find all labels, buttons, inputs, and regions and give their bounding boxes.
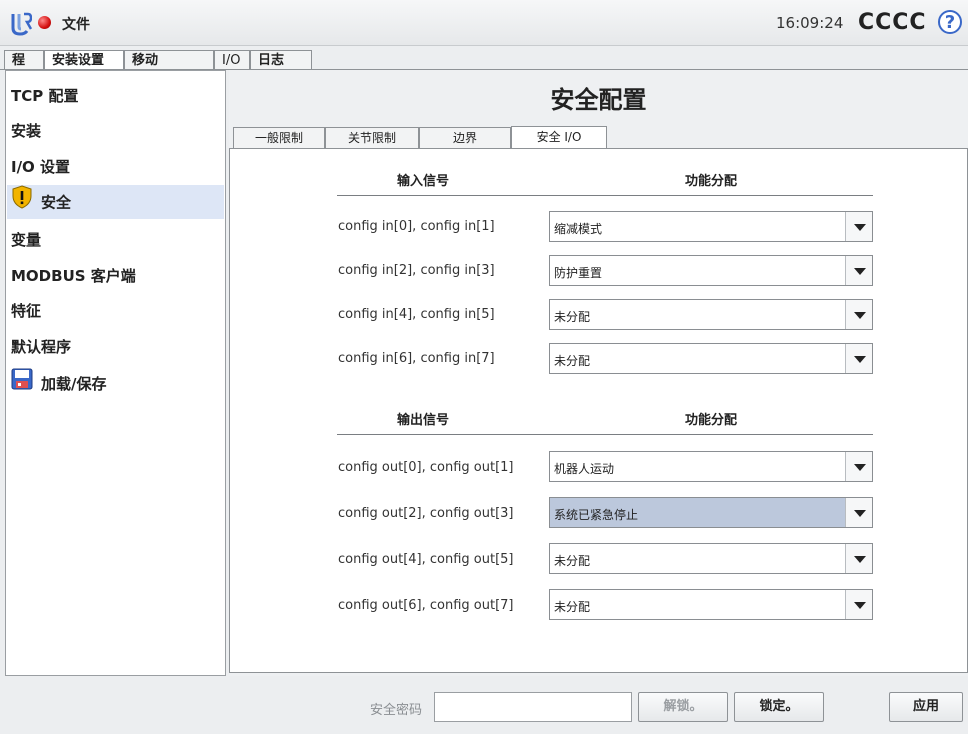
- input-row-label: config in[2], config in[3]: [338, 263, 495, 278]
- tab-log[interactable]: 日志: [250, 50, 312, 70]
- status-dot-icon: [38, 16, 51, 29]
- dropdown-button[interactable]: [845, 452, 872, 481]
- select-value: 未分配: [554, 600, 591, 614]
- input-signal-header: 输入信号: [397, 174, 450, 189]
- input-function-select[interactable]: 未分配: [549, 299, 873, 330]
- sidebar-item-safety[interactable]: 安全: [7, 185, 224, 219]
- tab-installation[interactable]: 安装设置: [44, 50, 124, 70]
- tab-io[interactable]: I/O: [214, 50, 250, 70]
- dropdown-button[interactable]: [845, 544, 872, 573]
- chevron-down-icon: [854, 356, 866, 363]
- sidebar-item-label: 变量: [11, 231, 42, 249]
- sidebar: TCP 配置 安装 I/O 设置 安全 变量 MODBUS 客户端 特征 默认程…: [5, 70, 226, 676]
- ur-logo-icon: [10, 12, 33, 36]
- sidebar-item-load-save[interactable]: 加载/保存: [7, 367, 224, 401]
- floppy-disk-icon: [11, 368, 33, 402]
- sidebar-item-tcp[interactable]: TCP 配置: [7, 79, 224, 113]
- select-value: 未分配: [554, 310, 591, 324]
- dropdown-button[interactable]: [845, 498, 872, 527]
- dropdown-button[interactable]: [845, 256, 872, 285]
- select-value: 缩减模式: [554, 222, 603, 236]
- select-value: 机器人运动: [554, 462, 615, 476]
- sidebar-item-label: 加载/保存: [41, 375, 107, 393]
- sidebar-item-variables[interactable]: 变量: [7, 223, 224, 257]
- dropdown-button[interactable]: [845, 300, 872, 329]
- input-row-label: config in[6], config in[7]: [338, 351, 495, 366]
- dropdown-button[interactable]: [845, 212, 872, 241]
- sidebar-item-label: MODBUS 客户端: [11, 267, 136, 285]
- tab-safety-io[interactable]: 安全 I/O: [511, 126, 607, 150]
- apply-button[interactable]: 应用: [889, 692, 963, 722]
- output-function-select[interactable]: 未分配: [549, 589, 873, 620]
- select-value: 未分配: [554, 354, 591, 368]
- divider: [337, 434, 873, 435]
- dropdown-button[interactable]: [845, 344, 872, 373]
- output-function-header: 功能分配: [685, 413, 738, 428]
- sidebar-item-features[interactable]: 特征: [7, 294, 224, 328]
- input-function-select[interactable]: 未分配: [549, 343, 873, 374]
- shield-warning-icon: [11, 185, 33, 221]
- output-row-label: config out[4], config out[5]: [338, 552, 514, 567]
- password-label: 安全密码: [370, 703, 423, 718]
- chevron-down-icon: [854, 464, 866, 471]
- output-function-select[interactable]: 系统已紧急停止: [549, 497, 873, 528]
- output-row-label: config out[6], config out[7]: [338, 598, 514, 613]
- select-value: 防护重置: [554, 266, 603, 280]
- file-menu[interactable]: 文件: [62, 14, 90, 34]
- tab-general-limits[interactable]: 一般限制: [233, 127, 325, 149]
- tab-move[interactable]: 移动: [124, 50, 214, 70]
- output-function-select[interactable]: 机器人运动: [549, 451, 873, 482]
- lock-button[interactable]: 锁定。: [734, 692, 824, 722]
- tab-joint-limits[interactable]: 关节限制: [325, 127, 419, 149]
- input-row-label: config in[0], config in[1]: [338, 219, 495, 234]
- chevron-down-icon: [854, 510, 866, 517]
- select-value: 未分配: [554, 554, 591, 568]
- clock: 16:09:24: [776, 14, 844, 32]
- output-signal-header: 输出信号: [397, 413, 450, 428]
- tab-program[interactable]: 程序: [4, 50, 44, 87]
- select-value: 系统已紧急停止: [554, 508, 639, 522]
- sidebar-item-label: TCP 配置: [11, 87, 79, 105]
- chevron-down-icon: [854, 312, 866, 319]
- sidebar-item-modbus[interactable]: MODBUS 客户端: [7, 259, 224, 293]
- chevron-down-icon: [854, 602, 866, 609]
- input-function-select[interactable]: 缩减模式: [549, 211, 873, 242]
- sidebar-item-label: 安装: [11, 122, 42, 140]
- sidebar-item-mounting[interactable]: 安装: [7, 114, 224, 148]
- output-row-label: config out[2], config out[3]: [338, 506, 514, 521]
- output-function-select[interactable]: 未分配: [549, 543, 873, 574]
- help-icon[interactable]: ?: [938, 10, 962, 34]
- input-function-header: 功能分配: [685, 174, 738, 189]
- tab-boundaries[interactable]: 边界: [419, 127, 511, 149]
- input-row-label: config in[4], config in[5]: [338, 307, 495, 322]
- sidebar-item-io-setup[interactable]: I/O 设置: [7, 150, 224, 184]
- output-row-label: config out[0], config out[1]: [338, 460, 514, 475]
- sidebar-item-label: I/O 设置: [11, 158, 71, 176]
- sidebar-item-label: 安全: [41, 193, 72, 212]
- chevron-down-icon: [854, 556, 866, 563]
- chevron-down-icon: [854, 268, 866, 275]
- page-title: 安全配置: [550, 86, 647, 114]
- chevron-down-icon: [854, 224, 866, 231]
- sidebar-item-label: 特征: [11, 302, 42, 320]
- sidebar-item-default-program[interactable]: 默认程序: [7, 330, 224, 364]
- sidebar-item-label: 默认程序: [11, 338, 72, 356]
- robot-name: CCCC: [858, 10, 927, 35]
- password-field[interactable]: [434, 692, 632, 722]
- input-function-select[interactable]: 防护重置: [549, 255, 873, 286]
- divider: [337, 195, 873, 196]
- unlock-button[interactable]: 解锁。: [638, 692, 728, 722]
- dropdown-button[interactable]: [845, 590, 872, 619]
